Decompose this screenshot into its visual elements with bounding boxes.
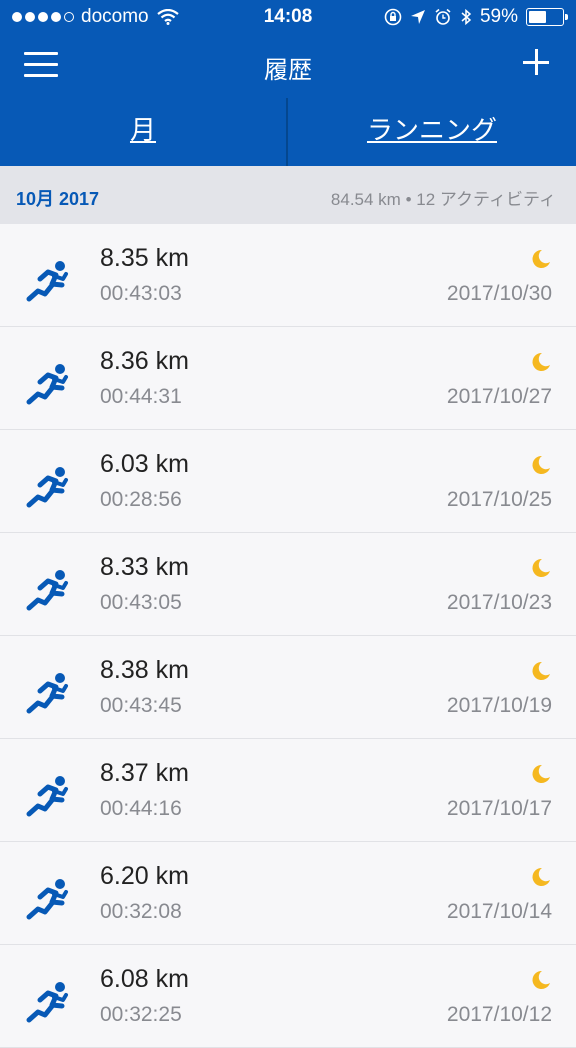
activity-distance: 8.37 km <box>100 759 189 787</box>
activity-duration: 00:28:56 <box>100 488 182 511</box>
activity-date: 2017/10/17 <box>446 797 552 820</box>
activity-duration: 00:32:25 <box>100 1003 182 1026</box>
month-section-header: 10月 2017 84.54 km • 12 アクティビティ <box>0 166 576 224</box>
activity-distance: 8.35 km <box>100 244 189 272</box>
battery-icon <box>526 8 568 26</box>
activity-duration: 00:43:03 <box>100 282 182 305</box>
page-title: 履歴 <box>264 57 312 84</box>
moon-icon <box>532 970 550 989</box>
activity-row[interactable]: 6.20 km 00:32:08 2017/10/14 <box>0 842 576 945</box>
activity-date: 2017/10/14 <box>446 900 552 923</box>
activity-distance: 6.03 km <box>100 450 189 478</box>
filter-tabs: 月 ランニング <box>0 98 576 166</box>
alarm-icon <box>435 8 451 25</box>
activity-distance: 6.08 km <box>100 965 189 993</box>
moon-icon <box>532 249 550 268</box>
tab-running[interactable]: ランニング <box>288 98 576 166</box>
activity-row[interactable]: 8.36 km 00:44:31 2017/10/27 <box>0 327 576 430</box>
activity-duration: 00:32:08 <box>100 900 182 923</box>
location-icon <box>410 10 425 24</box>
activity-date: 2017/10/12 <box>446 1003 552 1026</box>
activity-duration: 00:43:45 <box>100 694 182 717</box>
add-activity-button[interactable] <box>520 46 552 78</box>
battery-level <box>529 11 547 23</box>
moon-icon <box>532 867 550 886</box>
running-icon <box>26 570 68 611</box>
activity-date: 2017/10/23 <box>446 591 552 614</box>
running-icon <box>26 467 68 508</box>
activity-distance: 6.20 km <box>100 862 189 890</box>
orientation-lock-icon <box>384 8 402 26</box>
status-bar: docomo 14:08 59% <box>0 0 576 34</box>
activity-date: 2017/10/27 <box>446 385 552 408</box>
activity-row[interactable]: 6.08 km 00:32:25 2017/10/12 <box>0 945 576 1048</box>
running-icon <box>26 879 68 920</box>
moon-icon <box>532 558 550 577</box>
running-icon <box>26 261 68 302</box>
running-icon <box>26 776 68 817</box>
moon-icon <box>532 455 550 474</box>
battery-tip <box>565 14 568 20</box>
activity-distance: 8.36 km <box>100 347 189 375</box>
activity-distance: 8.38 km <box>100 656 189 684</box>
month-label: 10月 2017 <box>16 189 100 209</box>
activity-date: 2017/10/19 <box>446 694 552 717</box>
moon-icon <box>532 661 550 680</box>
month-summary: 84.54 km • 12 アクティビティ <box>330 190 556 209</box>
moon-icon <box>532 764 550 783</box>
activity-duration: 00:44:31 <box>100 385 182 408</box>
running-icon <box>26 982 68 1023</box>
status-right: 59% <box>384 6 568 28</box>
running-icon <box>26 673 68 714</box>
tab-month[interactable]: 月 <box>0 98 286 166</box>
activity-list: 8.35 km 00:43:03 2017/10/30 8.36 km 00:4… <box>0 224 576 1048</box>
activity-row[interactable]: 8.35 km 00:43:03 2017/10/30 <box>0 224 576 327</box>
nav-bar: 履歴 <box>0 34 576 98</box>
activity-row[interactable]: 8.38 km 00:43:45 2017/10/19 <box>0 636 576 739</box>
running-icon <box>26 364 68 405</box>
activity-duration: 00:44:16 <box>100 797 182 820</box>
activity-row[interactable]: 8.37 km 00:44:16 2017/10/17 <box>0 739 576 842</box>
activity-date: 2017/10/25 <box>446 488 552 511</box>
activity-distance: 8.33 km <box>100 553 189 581</box>
activity-row[interactable]: 8.33 km 00:43:05 2017/10/23 <box>0 533 576 636</box>
activity-duration: 00:43:05 <box>100 591 182 614</box>
activity-row[interactable]: 6.03 km 00:28:56 2017/10/25 <box>0 430 576 533</box>
activity-date: 2017/10/30 <box>446 282 552 305</box>
moon-icon <box>532 352 550 371</box>
bluetooth-icon <box>461 8 472 26</box>
battery-percent: 59% <box>479 6 518 27</box>
